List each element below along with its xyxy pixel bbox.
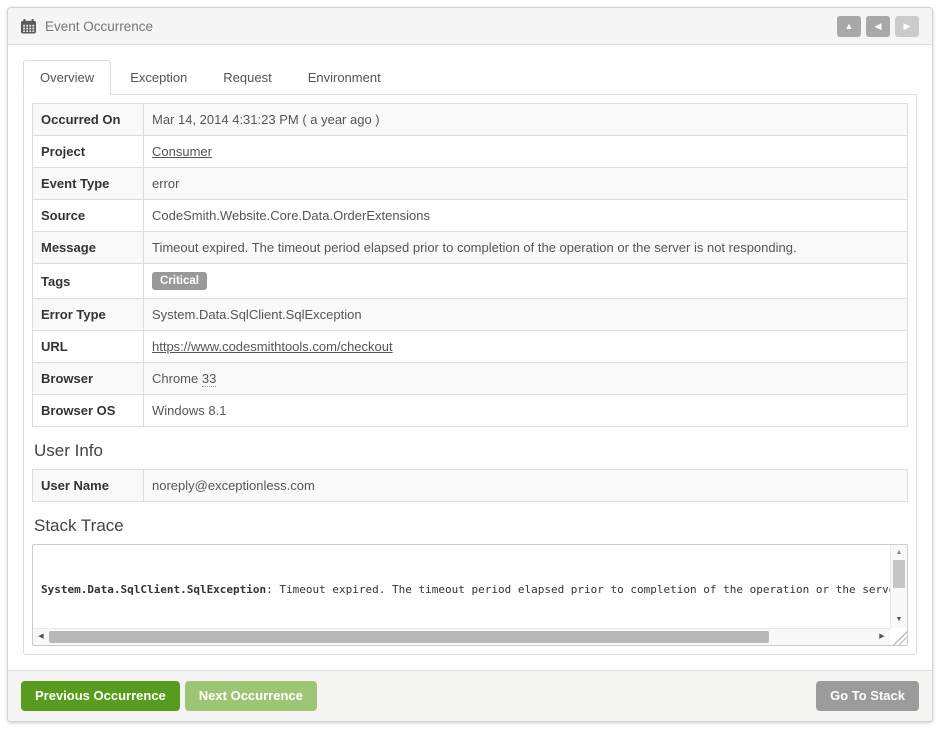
nav-previous-button[interactable]: ◀ [866,16,890,37]
page-title: Event Occurrence [45,19,153,34]
field-value: Chrome 33 [144,363,908,395]
field-value: noreply@exceptionless.com [144,470,908,502]
calendar-icon [21,19,36,34]
user-info-table: User Name noreply@exceptionless.com [32,469,908,502]
horizontal-scroll-thumb[interactable] [49,631,769,643]
table-row-occurred-on: Occurred On Mar 14, 2014 4:31:23 PM ( a … [33,104,908,136]
table-row-browser: Browser Chrome 33 [33,363,908,395]
table-row-source: Source CodeSmith.Website.Core.Data.Order… [33,200,908,232]
table-row-tags: Tags Critical [33,264,908,299]
scroll-up-arrow-icon[interactable]: ▲ [891,547,907,559]
field-label: Tags [33,264,144,299]
stack-trace-line: System.Data.SqlClient.SqlException: Time… [41,582,890,598]
field-label: URL [33,331,144,363]
field-label: Project [33,136,144,168]
field-label: User Name [33,470,144,502]
panel-header: Event Occurrence ▲ ◀ ▶ [8,8,932,45]
field-value: Mar 14, 2014 4:31:23 PM ( a year ago ) [144,104,908,136]
overview-table: Occurred On Mar 14, 2014 4:31:23 PM ( a … [32,103,908,427]
next-occurrence-button[interactable]: Next Occurrence [185,681,317,711]
stack-trace-box: System.Data.SqlClient.SqlException: Time… [32,544,908,646]
table-row-message: Message Timeout expired. The timeout per… [33,232,908,264]
nav-up-button[interactable]: ▲ [837,16,861,37]
table-row-error-type: Error Type System.Data.SqlClient.SqlExce… [33,299,908,331]
table-row-user-name: User Name noreply@exceptionless.com [33,470,908,502]
table-row-event-type: Event Type error [33,168,908,200]
scroll-left-arrow-icon[interactable]: ◀ [35,629,47,645]
field-label: Occurred On [33,104,144,136]
field-value: System.Data.SqlClient.SqlException [144,299,908,331]
user-info-heading: User Info [34,441,908,461]
field-label: Source [33,200,144,232]
vertical-scrollbar[interactable]: ▲ ▼ [890,545,907,628]
tab-overview[interactable]: Overview [23,60,111,95]
tab-bar: Overview Exception Request Environment [23,60,917,95]
tab-environment[interactable]: Environment [291,60,398,95]
browser-version: 33 [202,371,216,387]
field-value: Windows 8.1 [144,395,908,427]
url-link[interactable]: https://www.codesmithtools.com/checkout [152,339,393,354]
field-label: Browser OS [33,395,144,427]
vertical-scroll-thumb[interactable] [893,560,905,588]
tab-request[interactable]: Request [206,60,288,95]
table-row-url: URL https://www.codesmithtools.com/check… [33,331,908,363]
panel-footer: Previous Occurrence Next Occurrence Go T… [8,670,932,721]
scroll-down-arrow-icon[interactable]: ▼ [891,614,907,626]
page: Event Occurrence ▲ ◀ ▶ Overview Exceptio… [0,0,940,729]
field-value: CodeSmith.Website.Core.Data.OrderExtensi… [144,200,908,232]
stack-trace-heading: Stack Trace [34,516,908,536]
horizontal-scrollbar[interactable]: ◀ ▶ [33,628,890,645]
critical-tag-badge: Critical [152,272,207,290]
table-row-browser-os: Browser OS Windows 8.1 [33,395,908,427]
field-label: Error Type [33,299,144,331]
table-row-project: Project Consumer [33,136,908,168]
scroll-right-arrow-icon[interactable]: ▶ [876,629,888,645]
browser-name: Chrome [152,371,202,386]
nav-next-button[interactable]: ▶ [895,16,919,37]
field-label: Message [33,232,144,264]
resize-grip-icon[interactable] [891,629,907,645]
overview-tab-content: Occurred On Mar 14, 2014 4:31:23 PM ( a … [23,94,917,655]
stack-trace-output: System.Data.SqlClient.SqlException: Time… [33,545,890,628]
panel-body: Overview Exception Request Environment O… [8,45,932,670]
event-occurrence-panel: Event Occurrence ▲ ◀ ▶ Overview Exceptio… [7,7,933,722]
previous-occurrence-button[interactable]: Previous Occurrence [21,681,180,711]
project-link[interactable]: Consumer [152,144,212,159]
field-value: error [144,168,908,200]
go-to-stack-button[interactable]: Go To Stack [816,681,919,711]
field-label: Event Type [33,168,144,200]
field-value: Timeout expired. The timeout period elap… [144,232,908,264]
occurrence-nav: ▲ ◀ ▶ [837,16,919,37]
field-label: Browser [33,363,144,395]
tab-exception[interactable]: Exception [113,60,204,95]
